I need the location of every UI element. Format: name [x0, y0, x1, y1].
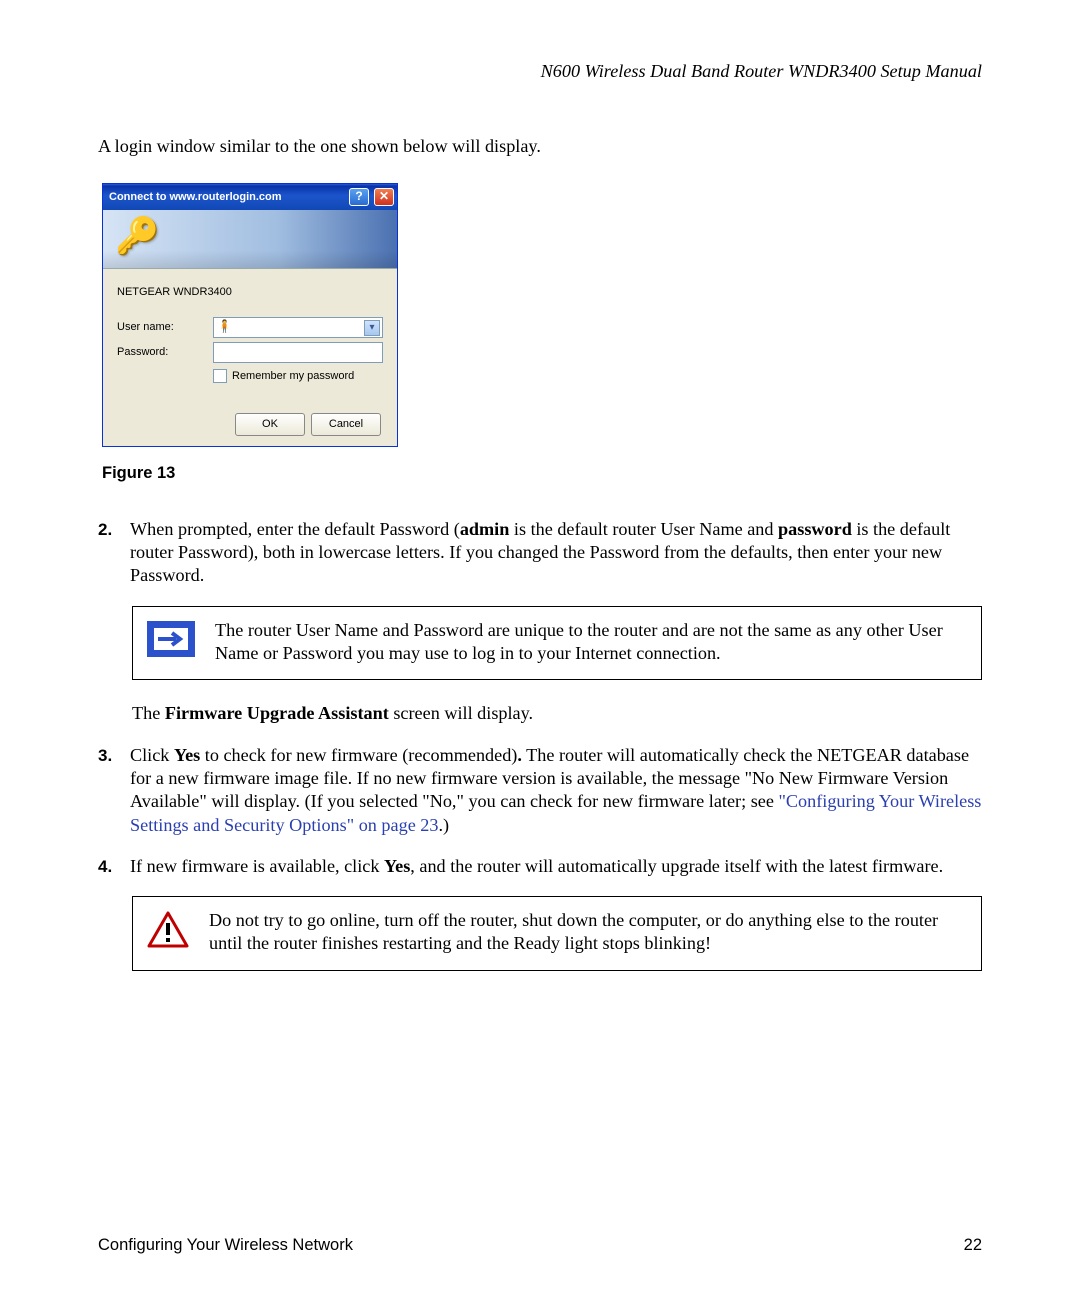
device-name: NETGEAR WNDR3400 — [117, 285, 383, 299]
intro-text: A login window similar to the one shown … — [98, 135, 982, 158]
text: When prompted, enter the default Passwor… — [130, 519, 460, 539]
password-label: Password: — [117, 345, 213, 359]
remember-label: Remember my password — [232, 369, 354, 383]
help-button[interactable]: ? — [349, 188, 369, 206]
warning-box: Do not try to go online, turn off the ro… — [132, 896, 982, 971]
text: .) — [439, 815, 450, 835]
password-input[interactable] — [213, 342, 383, 363]
dialog-banner: 🔑 — [103, 210, 397, 269]
dialog-titlebar: Connect to www.routerlogin.com ? ✕ — [103, 184, 397, 210]
text-bold: admin — [460, 519, 510, 539]
warning-icon — [147, 911, 189, 949]
username-input[interactable]: 🧍 — [213, 317, 383, 338]
login-dialog: Connect to www.routerlogin.com ? ✕ 🔑 NET… — [102, 183, 398, 447]
text: is the default router User Name and — [509, 519, 778, 539]
step-number: 3. — [98, 744, 130, 837]
text: Click — [130, 745, 174, 765]
text: screen will display. — [389, 703, 533, 723]
text: , and the router will automatically upgr… — [410, 856, 943, 876]
text: to check for new firmware (recommended) — [200, 745, 517, 765]
step-number: 2. — [98, 518, 130, 588]
document-header: N600 Wireless Dual Band Router WNDR3400 … — [98, 60, 982, 83]
note-text: The router User Name and Password are un… — [215, 619, 963, 666]
step-2: 2. When prompted, enter the default Pass… — [98, 518, 982, 588]
text: If new firmware is available, click — [130, 856, 384, 876]
text: The — [132, 703, 165, 723]
user-icon: 🧍 — [217, 319, 232, 334]
remember-checkbox[interactable] — [213, 369, 227, 383]
keys-icon: 🔑 — [115, 218, 160, 254]
text-bold: password — [778, 519, 852, 539]
step-3: 3. Click Yes to check for new firmware (… — [98, 744, 982, 837]
close-button[interactable]: ✕ — [374, 188, 394, 206]
footer-page-number: 22 — [964, 1235, 982, 1256]
arrow-icon — [147, 621, 195, 657]
figure-caption: Figure 13 — [102, 463, 982, 484]
note-box: The router User Name and Password are un… — [132, 606, 982, 681]
after-note-text: The Firmware Upgrade Assistant screen wi… — [132, 702, 982, 725]
page-footer: Configuring Your Wireless Network 22 — [98, 1235, 982, 1256]
cancel-button[interactable]: Cancel — [311, 413, 381, 436]
text-bold: Yes — [384, 856, 410, 876]
dialog-title: Connect to www.routerlogin.com — [109, 190, 347, 204]
step-4: 4. If new firmware is available, click Y… — [98, 855, 982, 878]
text-bold: Firmware Upgrade Assistant — [165, 703, 389, 723]
step-number: 4. — [98, 855, 130, 878]
footer-section: Configuring Your Wireless Network — [98, 1235, 353, 1256]
text-bold: Yes — [174, 745, 200, 765]
ok-button[interactable]: OK — [235, 413, 305, 436]
warning-text: Do not try to go online, turn off the ro… — [209, 909, 963, 956]
username-label: User name: — [117, 320, 213, 334]
